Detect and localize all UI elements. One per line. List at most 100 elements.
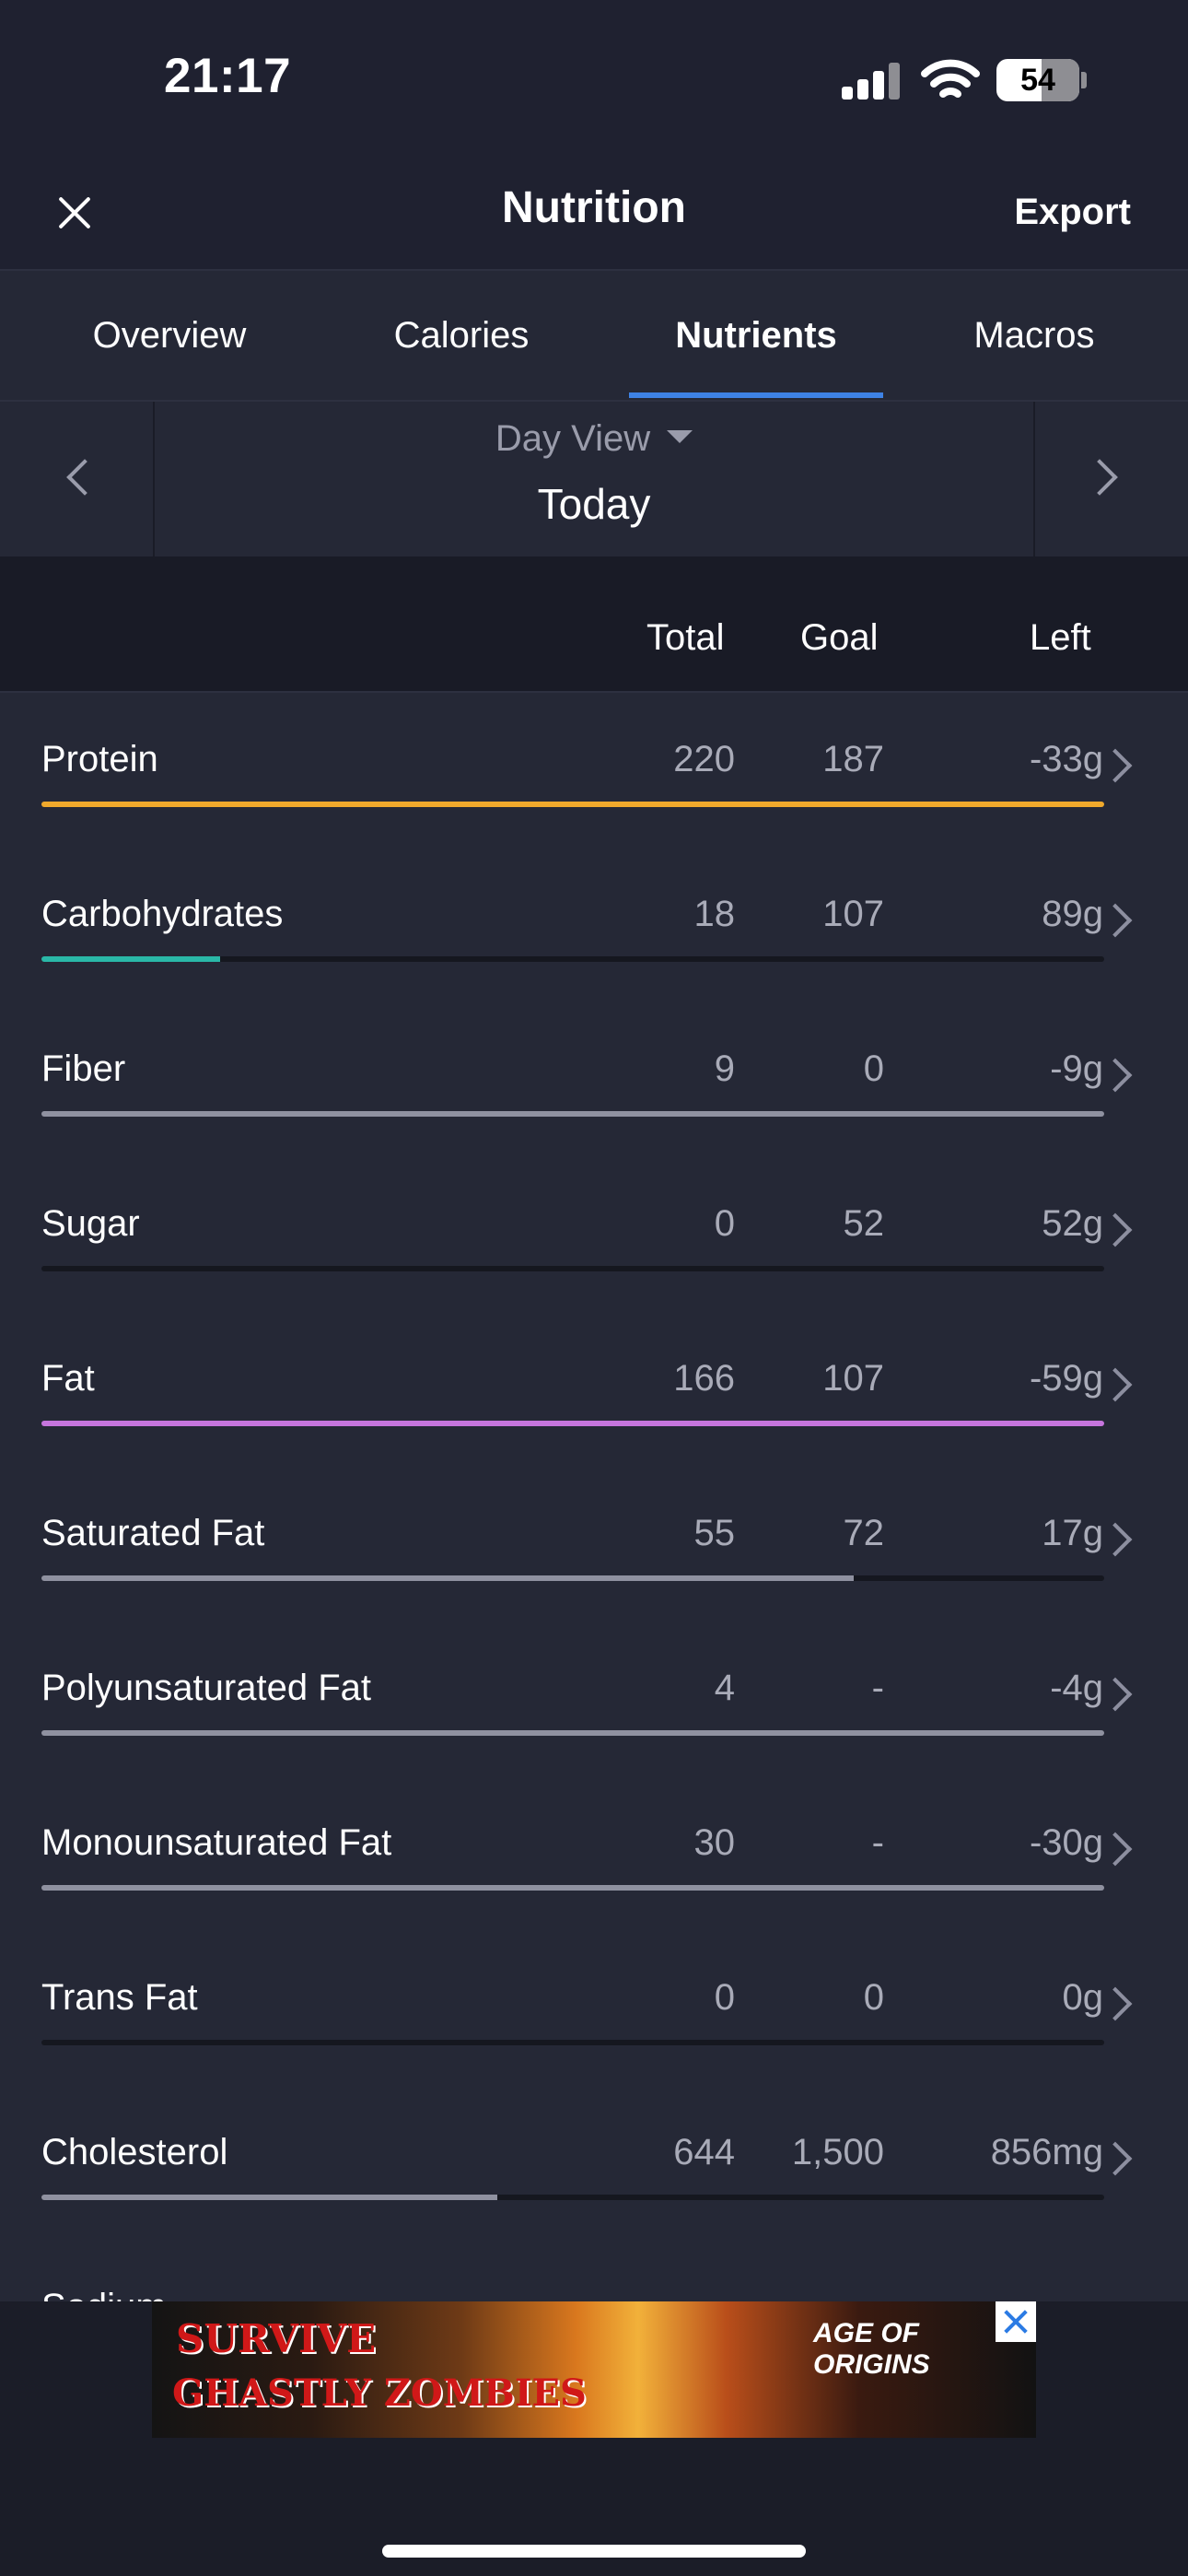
day-view-selector[interactable]: Day View — [0, 418, 1188, 460]
nutrient-goal: 52 — [843, 1203, 885, 1244]
nutrient-row-trans-fat[interactable]: Trans Fat 0 0 0g — [0, 1931, 1188, 2088]
nutrient-name: Polyunsaturated Fat — [41, 1668, 371, 1708]
nutrient-row-sugar[interactable]: Sugar 0 52 52g — [0, 1157, 1188, 1314]
wifi-icon — [921, 59, 980, 98]
progress-fill — [41, 1730, 1104, 1736]
chevron-right-icon — [1098, 903, 1133, 938]
nutrient-name: Sugar — [41, 1203, 140, 1244]
nutrient-left: -30g — [1029, 1822, 1103, 1863]
progress-track — [41, 1575, 1104, 1581]
progress-fill — [41, 1575, 854, 1581]
nutrient-total: 220 — [673, 739, 735, 779]
nutrient-left: 856mg — [990, 2132, 1103, 2172]
progress-track — [41, 802, 1104, 807]
nutrient-left: 89g — [1042, 894, 1103, 934]
chevron-right-icon — [1098, 2141, 1133, 2176]
progress-fill — [41, 956, 220, 962]
ad-close-icon[interactable] — [996, 2301, 1036, 2342]
chevron-right-icon — [1098, 748, 1133, 783]
nutrient-total: 18 — [693, 894, 736, 934]
nutrient-name: Carbohydrates — [41, 894, 284, 934]
chevron-right-icon — [1098, 1832, 1133, 1867]
progress-track — [41, 1111, 1104, 1117]
nutrient-total: 0 — [714, 1977, 735, 2018]
nutrient-left: 17g — [1042, 1513, 1103, 1553]
nutrient-left: -33g — [1029, 739, 1103, 779]
nutrient-total: 644 — [673, 2132, 735, 2172]
nutrient-left: -59g — [1029, 1358, 1103, 1399]
nutrient-goal: - — [871, 1668, 884, 1708]
ad-banner[interactable]: SURVIVE GHASTLY ZOMBIES AGE OF ORIGINS — [152, 2301, 1036, 2438]
battery-icon: 54 — [996, 59, 1079, 101]
chevron-right-icon — [1098, 1367, 1133, 1402]
ad-headline: SURVIVE — [176, 2316, 377, 2361]
tab-overview[interactable]: Overview — [37, 271, 302, 400]
cellular-signal-icon — [842, 61, 901, 100]
status-bar: 21:17 54 — [0, 0, 1188, 157]
nutrient-total: 0 — [714, 1203, 735, 1244]
column-goal: Goal — [800, 617, 879, 658]
nutrient-goal: 107 — [822, 894, 884, 934]
nutrient-goal: 0 — [863, 1048, 884, 1089]
status-time: 21:17 — [164, 49, 292, 103]
nutrient-name: Protein — [41, 739, 158, 779]
progress-track — [41, 2040, 1104, 2045]
nutrient-row-protein[interactable]: Protein 220 187 -33g — [0, 693, 1188, 849]
chevron-right-icon — [1098, 1677, 1133, 1712]
nutrient-row-fat[interactable]: Fat 166 107 -59g — [0, 1312, 1188, 1469]
progress-track — [41, 1730, 1104, 1736]
nutrient-goal: - — [871, 1822, 884, 1863]
next-day-button[interactable] — [1033, 402, 1188, 556]
nutrient-name: Fat — [41, 1358, 95, 1399]
nutrient-name: Trans Fat — [41, 1977, 198, 2018]
progress-track — [41, 1885, 1104, 1891]
nutrient-left: -4g — [1050, 1668, 1103, 1708]
ad-area: SURVIVE GHASTLY ZOMBIES AGE OF ORIGINS — [0, 2301, 1188, 2576]
nutrient-row-fiber[interactable]: Fiber 9 0 -9g — [0, 1002, 1188, 1159]
home-indicator[interactable] — [382, 2545, 806, 2558]
nutrient-row-saturated-fat[interactable]: Saturated Fat 55 72 17g — [0, 1467, 1188, 1623]
export-button[interactable]: Export — [1014, 192, 1131, 233]
nutrient-row-sodium[interactable]: Sodium — [0, 2241, 1188, 2301]
nutrient-goal: 1,500 — [791, 2132, 884, 2172]
ad-subheadline: GHASTLY ZOMBIES — [172, 2371, 587, 2415]
tab-macros[interactable]: Macros — [921, 271, 1147, 400]
caret-down-icon — [667, 430, 693, 444]
nutrient-name: Saturated Fat — [41, 1513, 265, 1553]
chevron-right-icon — [1098, 1522, 1133, 1557]
nutrient-total: 9 — [714, 1048, 735, 1089]
chevron-right-icon — [1081, 459, 1118, 496]
progress-track — [41, 956, 1104, 962]
nutrient-left: 0g — [1062, 1977, 1104, 2018]
progress-track — [41, 1421, 1104, 1426]
nutrient-name: Sodium — [41, 2287, 167, 2301]
active-tab-indicator — [629, 392, 883, 398]
progress-fill — [41, 802, 1104, 807]
nutrient-row-cholesterol[interactable]: Cholesterol 644 1,500 856mg — [0, 2086, 1188, 2242]
date-label: Today — [537, 480, 651, 528]
nav-bar: Nutrition Export — [0, 157, 1188, 271]
column-header: Total Goal Left — [0, 556, 1188, 693]
tab-nutrients[interactable]: Nutrients — [629, 271, 883, 400]
nutrient-total: 4 — [714, 1668, 735, 1708]
day-view-label: Day View — [495, 418, 651, 459]
page-title: Nutrition — [502, 183, 686, 232]
nutrient-goal: 72 — [843, 1513, 885, 1553]
nutrient-name: Monounsaturated Fat — [41, 1822, 392, 1863]
date-navigator: Day View Today — [0, 402, 1188, 556]
nutrient-goal: 107 — [822, 1358, 884, 1399]
tab-calories[interactable]: Calories — [332, 271, 591, 400]
nutrient-total: 55 — [693, 1513, 736, 1553]
nutrient-goal: 187 — [822, 739, 884, 779]
nutrient-goal: 0 — [863, 1977, 884, 2018]
progress-track — [41, 2195, 1104, 2200]
chevron-right-icon — [1098, 1986, 1133, 2021]
nutrient-name: Fiber — [41, 1048, 126, 1089]
progress-fill — [41, 2195, 498, 2200]
nutrient-total: 166 — [673, 1358, 735, 1399]
nutrient-row-carbohydrates[interactable]: Carbohydrates 18 107 89g — [0, 848, 1188, 1004]
nutrient-row-monounsaturated-fat[interactable]: Monounsaturated Fat 30 - -30g — [0, 1776, 1188, 1933]
column-total: Total — [646, 617, 725, 658]
nutrient-row-polyunsaturated-fat[interactable]: Polyunsaturated Fat 4 - -4g — [0, 1622, 1188, 1778]
battery-tip — [1081, 72, 1087, 88]
